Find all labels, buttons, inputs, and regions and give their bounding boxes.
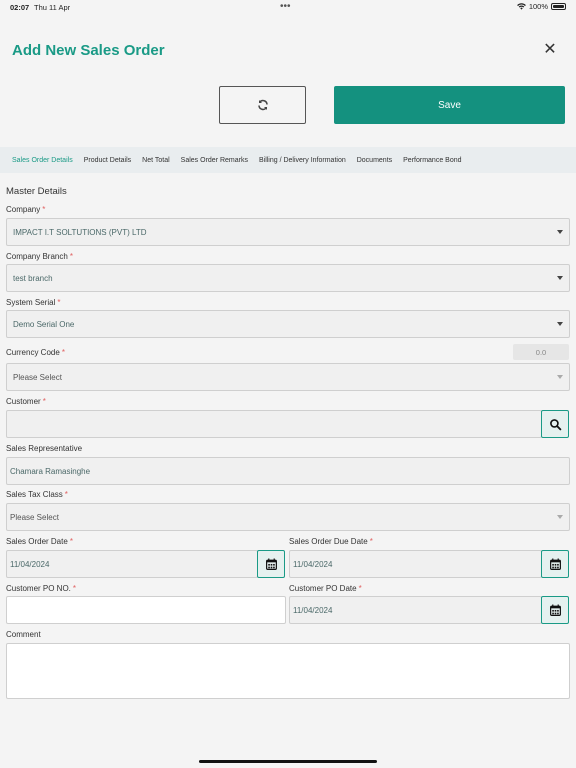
company-value: IMPACT I.T SOLTUTIONS (PVT) LTD: [13, 227, 147, 237]
chevron-down-icon: [557, 322, 563, 326]
required-mark: *: [61, 348, 65, 357]
calendar-icon: [549, 604, 561, 616]
chevron-down-icon: [557, 230, 563, 234]
sales-rep-field[interactable]: Chamara Ramasinghe: [6, 457, 570, 485]
customer-label: Customer *: [6, 397, 46, 406]
company-branch-value: test branch: [13, 273, 53, 283]
sales-tax-class-label-text: Sales Tax Class: [6, 490, 63, 499]
status-date: Thu 11 Apr: [34, 3, 71, 12]
system-serial-select[interactable]: Demo Serial One: [6, 310, 570, 338]
page-title: Add New Sales Order: [12, 42, 165, 59]
customer-po-date-field[interactable]: 11/04/2024: [289, 596, 542, 624]
sales-order-date-picker-button[interactable]: [257, 550, 285, 578]
tab-performance-bond[interactable]: Performance Bond: [403, 157, 461, 164]
home-indicator[interactable]: [199, 760, 377, 763]
sales-order-due-date-label: Sales Order Due Date *: [289, 537, 373, 546]
battery-icon: [551, 3, 566, 10]
status-right: 100%: [516, 2, 566, 11]
tab-bar: Sales Order Details Product Details Net …: [0, 147, 576, 173]
calendar-icon: [265, 558, 277, 570]
sales-rep-label: Sales Representative: [6, 444, 83, 453]
system-serial-value: Demo Serial One: [13, 319, 75, 329]
system-serial-label: System Serial *: [6, 298, 60, 307]
customer-po-date-label-text: Customer PO Date: [289, 584, 357, 593]
chevron-down-icon: [557, 515, 563, 519]
chevron-down-icon: [557, 276, 563, 280]
required-mark: *: [64, 490, 68, 499]
company-select[interactable]: IMPACT I.T SOLTUTIONS (PVT) LTD: [6, 218, 570, 246]
sales-order-date-label: Sales Order Date *: [6, 537, 73, 546]
customer-po-no-label-text: Customer PO NO.: [6, 584, 71, 593]
calendar-icon: [549, 558, 561, 570]
refresh-icon: [257, 99, 268, 111]
sales-tax-class-label: Sales Tax Class *: [6, 490, 68, 499]
currency-rate-field: 0.0: [513, 344, 569, 360]
tab-sales-order-details[interactable]: Sales Order Details: [12, 157, 73, 164]
status-bar: 02:07 Thu 11 Apr ••• 100%: [0, 0, 576, 16]
customer-po-date-picker-button[interactable]: [541, 596, 569, 624]
currency-code-select[interactable]: Please Select: [6, 363, 570, 391]
battery-percent: 100%: [528, 2, 548, 11]
currency-code-label-text: Currency Code: [6, 348, 60, 357]
company-branch-label: Company Branch *: [6, 252, 73, 261]
sales-tax-class-value: Please Select: [10, 512, 59, 522]
tab-documents[interactable]: Documents: [357, 157, 392, 164]
company-label-text: Company: [6, 205, 41, 214]
tab-net-total[interactable]: Net Total: [142, 157, 170, 164]
wifi-icon: [516, 3, 526, 10]
sales-order-due-date-field[interactable]: 11/04/2024: [289, 550, 542, 578]
save-button[interactable]: Save: [334, 86, 565, 124]
required-mark: *: [69, 537, 73, 546]
required-mark: *: [42, 205, 46, 214]
currency-code-label: Currency Code *: [6, 348, 65, 357]
customer-po-date-label: Customer PO Date *: [289, 584, 362, 593]
customer-search-button[interactable]: [541, 410, 569, 438]
comment-label: Comment: [6, 630, 41, 639]
company-branch-label-text: Company Branch: [6, 252, 68, 261]
sales-order-date-field[interactable]: 11/04/2024: [6, 550, 258, 578]
customer-po-no-input[interactable]: [6, 596, 286, 624]
comment-textarea[interactable]: [6, 643, 570, 699]
company-branch-select[interactable]: test branch: [6, 264, 570, 292]
customer-label-text: Customer: [6, 397, 41, 406]
search-icon: [549, 418, 561, 430]
status-time: 02:07: [10, 3, 30, 12]
required-mark: *: [42, 397, 46, 406]
tab-sales-order-remarks[interactable]: Sales Order Remarks: [181, 157, 248, 164]
required-mark: *: [369, 537, 373, 546]
sales-order-due-date-picker-button[interactable]: [541, 550, 569, 578]
refresh-button[interactable]: [219, 86, 306, 124]
section-title: Master Details: [6, 186, 67, 197]
required-mark: *: [358, 584, 362, 593]
company-label: Company *: [6, 205, 45, 214]
tab-billing-delivery[interactable]: Billing / Delivery Information: [259, 157, 346, 164]
sales-order-date-label-text: Sales Order Date: [6, 537, 68, 546]
required-mark: *: [57, 298, 61, 307]
tab-product-details[interactable]: Product Details: [84, 157, 131, 164]
multitasking-dots[interactable]: •••: [280, 1, 291, 12]
customer-input[interactable]: [6, 410, 542, 438]
required-mark: *: [72, 584, 77, 593]
chevron-down-icon: [557, 375, 563, 379]
system-serial-label-text: System Serial: [6, 298, 56, 307]
currency-code-value: Please Select: [13, 372, 62, 382]
customer-po-no-label: Customer PO NO. *: [6, 584, 76, 593]
sales-order-due-date-label-text: Sales Order Due Date: [289, 537, 368, 546]
required-mark: *: [69, 252, 73, 261]
sales-tax-class-select[interactable]: Please Select: [6, 503, 570, 531]
close-icon[interactable]: ✕: [542, 42, 558, 58]
